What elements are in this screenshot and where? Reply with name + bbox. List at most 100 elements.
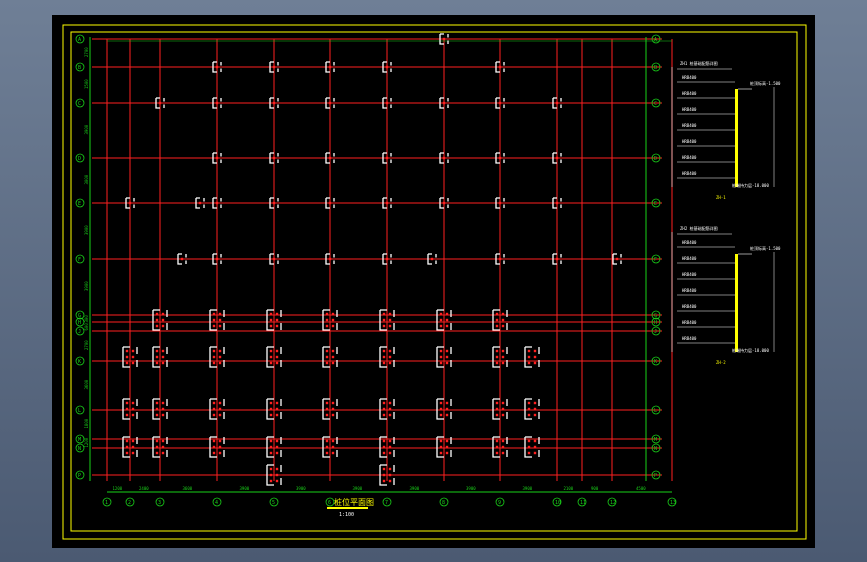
axis-label-row: M <box>654 437 657 443</box>
pile-dot <box>161 451 165 455</box>
axis-label-row: B <box>654 65 657 71</box>
schedule-row: HRB400 <box>682 139 697 144</box>
pile-dot <box>445 312 449 316</box>
pile-dot <box>325 349 329 353</box>
pile-dot <box>331 324 335 328</box>
dim-text-row: 3900 <box>84 124 89 134</box>
pile-dot <box>445 349 449 353</box>
pile-dot <box>388 401 392 405</box>
pile-dot <box>275 349 279 353</box>
axis-label-row: E <box>654 201 657 207</box>
pile-dot <box>275 445 279 449</box>
pile-shaft-bar <box>735 89 738 187</box>
pile-dot <box>180 257 184 261</box>
dim-text-row: 1200 <box>84 437 89 447</box>
axis-label-row: P <box>654 473 657 479</box>
pile-dot <box>439 318 443 322</box>
pile-dot <box>445 439 449 443</box>
pile-dot <box>495 439 499 443</box>
pile-dot <box>269 445 273 449</box>
dim-text-col: 1200 <box>113 486 123 491</box>
schedule-row: HRB400 <box>682 256 697 261</box>
pile-dot <box>275 439 279 443</box>
pile-dot <box>215 257 219 261</box>
axis-label-col: 11 <box>580 500 586 506</box>
pile-dot <box>269 349 273 353</box>
pile-dot <box>125 407 129 411</box>
pile-dot <box>445 318 449 322</box>
pile-dot <box>161 401 165 405</box>
dim-text-col: 900 <box>591 486 599 491</box>
pile-dot <box>385 257 389 261</box>
pile-dot <box>527 413 531 417</box>
dim-text-row: 300 <box>84 315 89 323</box>
pile-dot <box>382 349 386 353</box>
axis-label-row: H <box>654 320 657 326</box>
pile-dot <box>218 355 222 359</box>
pile-dot <box>212 407 216 411</box>
schedule-row: HRB400 <box>682 75 697 80</box>
pile-dot <box>218 361 222 365</box>
axis-label-row: H <box>78 320 81 326</box>
pile-dot <box>331 401 335 405</box>
pile-dot <box>128 201 132 205</box>
dim-text-row: 600 <box>84 323 89 331</box>
pile-dot <box>131 361 135 365</box>
pile-dot <box>161 439 165 443</box>
pile-dot <box>328 156 332 160</box>
pile-dot <box>501 355 505 359</box>
dim-text-row: 1800 <box>84 418 89 428</box>
pile-dot <box>269 401 273 405</box>
pile-dot <box>131 355 135 359</box>
pile-dot <box>527 349 531 353</box>
pile-dot <box>501 361 505 365</box>
pile-dot <box>555 257 559 261</box>
axis-label-col: 4 <box>215 500 218 506</box>
pile-dot <box>495 413 499 417</box>
pile-dot <box>382 451 386 455</box>
pile-dot <box>533 407 537 411</box>
pile-dot <box>439 355 443 359</box>
axis-label-row: K <box>654 359 657 365</box>
pile-dot <box>161 361 165 365</box>
pile-dot <box>439 401 443 405</box>
pile-dot <box>215 201 219 205</box>
pile-dot <box>325 439 329 443</box>
pile-dot <box>218 451 222 455</box>
axis-label-row: E <box>78 201 81 207</box>
pile-dot <box>275 451 279 455</box>
axis-label-row: A <box>78 37 81 43</box>
pile-dot <box>382 413 386 417</box>
pile-dot <box>212 312 216 316</box>
pile-dot <box>331 439 335 443</box>
pile-dot <box>212 445 216 449</box>
cad-viewport[interactable]: A A B B C C D D E E F F G G H H J J K K L L M M N N P P 1 2 3 4 5 6 7 8 9 10 1… <box>52 15 815 548</box>
pile-dot <box>382 407 386 411</box>
pile-dot <box>495 349 499 353</box>
pile-dot <box>212 451 216 455</box>
pile-dot <box>388 324 392 328</box>
dim-text-row: 2700 <box>84 340 89 350</box>
dim-text-row: 3000 <box>84 174 89 184</box>
pile-dot <box>269 324 273 328</box>
schedule-footer: 桩端持力层-18.000 <box>732 347 769 353</box>
pile-dot <box>212 349 216 353</box>
pile-dot <box>272 156 276 160</box>
pile-dot <box>445 413 449 417</box>
pile-dot <box>382 439 386 443</box>
plan-title: 桩位平面图 <box>334 497 374 507</box>
pile-dot <box>131 439 135 443</box>
pile-dot <box>445 324 449 328</box>
pile-dot <box>442 201 446 205</box>
pile-dot <box>125 439 129 443</box>
pile-dot <box>388 361 392 365</box>
pile-dot <box>331 413 335 417</box>
schedule-side-label: 桩顶标高-1.500 <box>750 80 781 86</box>
pile-dot <box>382 479 386 483</box>
pile-dot <box>155 312 159 316</box>
axis-label-col: 7 <box>385 500 388 506</box>
pile-dot <box>275 413 279 417</box>
pile-dot <box>272 201 276 205</box>
pile-dot <box>385 101 389 105</box>
pile-dot <box>439 445 443 449</box>
